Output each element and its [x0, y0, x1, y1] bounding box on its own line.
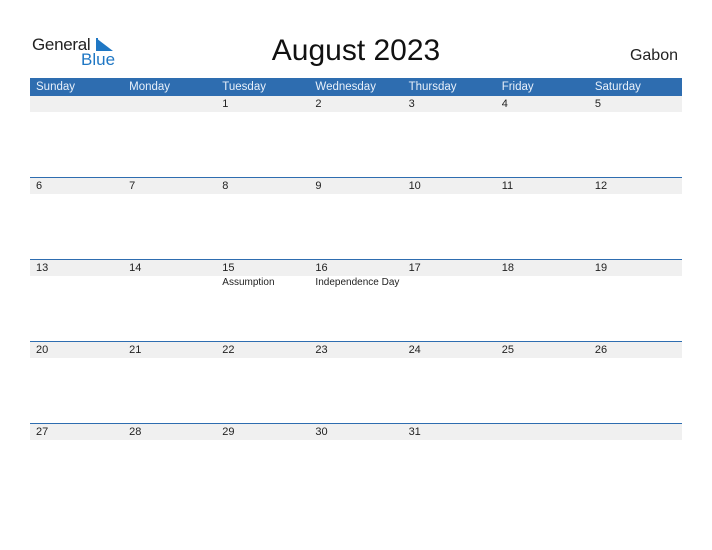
weekday-sunday: Sunday	[36, 81, 76, 93]
day-number: 20	[36, 344, 49, 356]
day-number: 7	[129, 180, 136, 192]
holiday-label	[30, 276, 123, 290]
event-row: Assumption Independence Day	[30, 276, 682, 290]
day-number-row: 20 21 22 23 24 25 26	[30, 342, 682, 358]
country-label: Gabon	[629, 47, 678, 64]
day-number: 11	[501, 180, 514, 192]
day-number: 23	[315, 344, 328, 356]
holiday-label	[496, 276, 589, 290]
week-row: 13 14 15 16 17 18 19 Assumption Independence Day	[30, 259, 682, 341]
day-number: 31	[408, 426, 421, 438]
weekday-thursday: Thursday	[408, 81, 457, 93]
day-number-row: 27 28 29 30 31	[30, 424, 682, 440]
day-number: 26	[594, 344, 608, 356]
day-number: 9	[315, 180, 322, 192]
calendar: Sunday Monday Tuesday Wednesday Thursday Frid…	[30, 78, 682, 505]
day-number-row: 13 14 15 16 17 18 19	[30, 260, 682, 276]
day-number: 29	[222, 426, 235, 438]
day-number: 27	[36, 426, 49, 438]
holiday-label: Assumption	[222, 277, 275, 288]
holiday-label	[589, 276, 682, 290]
day-number	[589, 424, 682, 440]
day-number: 18	[501, 262, 514, 274]
day-number: 8	[222, 180, 229, 192]
week-row: 1 2 3 4 5	[30, 96, 682, 177]
day-number: 22	[222, 344, 235, 356]
day-number: 4	[501, 98, 508, 110]
day-number	[496, 424, 589, 440]
page-title: August 2023	[271, 34, 441, 67]
holiday-label	[123, 276, 216, 290]
day-number: 15	[222, 262, 235, 274]
day-number: 16	[315, 262, 328, 274]
week-row: 6 7 8 9 10 11 12	[30, 177, 682, 259]
day-number-row: 6 7 8 9 10 11 12	[30, 178, 682, 194]
day-number: 10	[408, 180, 421, 192]
day-number: 3	[408, 98, 415, 110]
day-number: 6	[36, 180, 43, 192]
day-number: 17	[408, 262, 421, 274]
day-number: 13	[36, 262, 49, 274]
day-number: 2	[315, 98, 322, 110]
weekday-saturday: Saturday	[594, 81, 641, 93]
weekday-header: Sunday Monday Tuesday Wednesday Thursday Frid…	[30, 78, 682, 96]
day-number: 12	[594, 180, 608, 192]
day-number: 24	[408, 344, 421, 356]
day-number: 14	[129, 262, 142, 274]
day-number: 1	[222, 98, 229, 110]
weekday-friday: Friday	[501, 81, 534, 93]
day-number: 30	[315, 426, 328, 438]
weekday-tuesday: Tuesday	[222, 81, 266, 93]
weekday-monday: Monday	[129, 81, 171, 93]
day-number: 28	[129, 426, 142, 438]
day-number	[123, 96, 216, 112]
week-row: 27 28 29 30 31	[30, 423, 682, 505]
day-number: 21	[129, 344, 142, 356]
day-number: 5	[594, 98, 601, 110]
weekday-wednesday: Wednesday	[315, 81, 376, 93]
day-number: 19	[594, 262, 608, 274]
holiday-label	[403, 276, 496, 290]
day-number-row: 1 2 3 4 5	[30, 96, 682, 112]
day-number: 25	[501, 344, 514, 356]
holiday-label: Independence Day	[315, 277, 400, 288]
week-row: 20 21 22 23 24 25 26	[30, 341, 682, 423]
day-number	[30, 96, 123, 112]
